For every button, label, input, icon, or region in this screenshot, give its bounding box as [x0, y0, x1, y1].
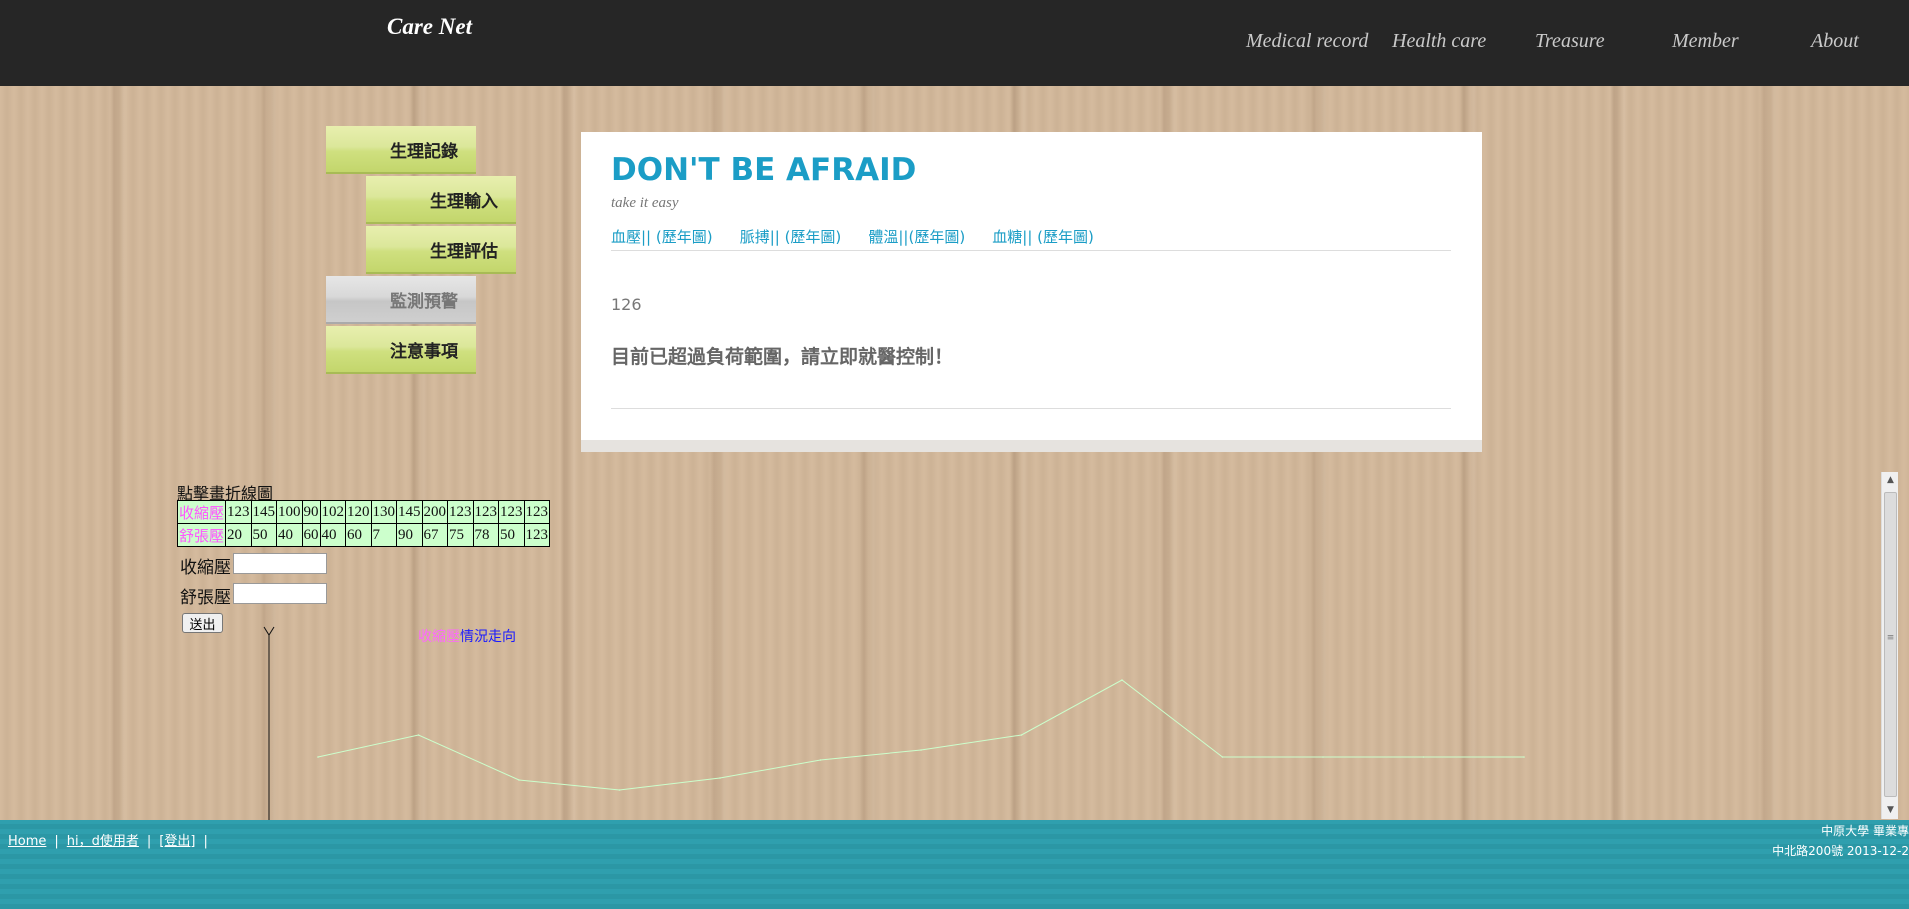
menu-precautions[interactable]: 注意事項 [326, 326, 476, 374]
series-line-systolic [317, 679, 1524, 791]
row-header: 舒張壓 [176, 523, 227, 547]
table-cell[interactable]: 78 [472, 523, 500, 547]
nav-member[interactable]: Member [1672, 30, 1739, 53]
table-cell[interactable]: 50 [498, 523, 525, 547]
table-cell[interactable]: 100 [276, 500, 303, 524]
table-cell[interactable]: 60 [345, 523, 372, 547]
table-cell[interactable]: 145 [396, 500, 423, 524]
table-cell[interactable]: 90 [396, 523, 423, 547]
table-cell[interactable]: 90 [301, 500, 321, 524]
table-cell[interactable]: 102 [319, 500, 347, 524]
content-card: DON'T BE AFRAID take it easy 血壓|| (歷年圖) … [581, 132, 1482, 452]
link-temperature[interactable]: 體溫||(歷年圖) [868, 228, 965, 246]
footer-links: Home | hi，d使用者 | [登出] | [8, 834, 208, 849]
nav-about[interactable]: About [1811, 30, 1859, 53]
bp-data-table[interactable]: 收縮壓 123 145 100 90 102 120 130 145 200 123 123 123 12… [176, 500, 551, 547]
menu-physio-assessment[interactable]: 生理評估 [366, 226, 516, 274]
table-row[interactable]: 收縮壓 123 145 100 90 102 120 130 145 200 123 123 123 12… [176, 500, 551, 524]
table-cell[interactable]: 120 [345, 500, 372, 524]
table-cell[interactable]: 20 [225, 523, 252, 547]
card-title: DON'T BE AFRAID [611, 152, 917, 188]
menu-physio-input[interactable]: 生理輸入 [366, 176, 516, 224]
scroll-up-arrow-icon[interactable]: ▲ [1882, 472, 1899, 489]
vitals-link-bar: 血壓|| (歷年圖) 脈搏|| (歷年圖) 體溫||(歷年圖) 血糖|| (歷年… [611, 226, 1451, 251]
footer-home-link[interactable]: Home [8, 834, 46, 849]
table-cell[interactable]: 145 [250, 500, 278, 524]
table-cell[interactable]: 7 [370, 523, 398, 547]
footer: Home | hi，d使用者 | [登出] | 中原大學 畢業專 中北路200號 2013… [0, 820, 1909, 909]
link-blood-pressure[interactable]: 血壓|| (歷年圖) [611, 228, 713, 246]
row-header: 收縮壓 [176, 500, 227, 524]
data-point [719, 777, 721, 779]
footer-user-link[interactable]: hi，d使用者 [67, 834, 139, 849]
table-cell[interactable]: 40 [319, 523, 347, 547]
menu-monitor-alert[interactable]: 監測預警 [326, 276, 476, 324]
data-point [618, 789, 621, 791]
table-cell[interactable]: 123 [498, 500, 525, 524]
systolic-input[interactable] [233, 553, 327, 574]
data-point [1523, 756, 1525, 758]
reading-value: 126 [611, 295, 642, 314]
data-point [1322, 756, 1324, 758]
table-row[interactable]: 舒張壓 20 50 40 60 40 60 7 90 67 75 78 50 123 [176, 523, 551, 547]
menu-physio-record[interactable]: 生理記錄 [326, 126, 476, 174]
table-cell[interactable]: 75 [447, 523, 474, 547]
data-point [317, 756, 319, 758]
systolic-label: 收縮壓 [180, 558, 231, 577]
table-cell[interactable]: 123 [225, 500, 252, 524]
footer-school-text: 中原大學 畢業專 [1821, 824, 1909, 838]
diastolic-input[interactable] [233, 583, 327, 604]
data-point [518, 779, 520, 781]
table-cell[interactable]: 123 [447, 500, 474, 524]
footer-address-text: 中北路200號 2013-12-2 [1772, 844, 1909, 858]
table-cell[interactable]: 200 [421, 500, 449, 524]
data-point [1020, 734, 1023, 736]
scroll-down-arrow-icon[interactable]: ▼ [1882, 802, 1899, 819]
brand-logo-text[interactable]: Care Net [387, 14, 472, 40]
card-subtitle: take it easy [611, 195, 679, 211]
data-point [417, 734, 420, 736]
link-blood-sugar[interactable]: 血糖|| (歷年圖) [992, 228, 1094, 246]
footer-logout-link[interactable]: [登出] [159, 834, 195, 849]
table-cell[interactable]: 40 [276, 523, 303, 547]
data-point [920, 749, 922, 751]
scroll-thumb[interactable]: ≡ [1884, 492, 1897, 797]
grip-icon: ≡ [1886, 633, 1895, 643]
table-cell[interactable]: 130 [370, 500, 398, 524]
nav-treasure[interactable]: Treasure [1535, 30, 1605, 53]
top-nav-bar: Care Net Medical record Health care Trea… [0, 0, 1909, 86]
nav-medical-record[interactable]: Medical record [1246, 30, 1368, 53]
table-cell[interactable]: 123 [472, 500, 500, 524]
diastolic-label: 舒張壓 [180, 588, 231, 607]
warning-message: 目前已超過負荷範圍，請立即就醫控制！ [611, 346, 954, 368]
data-point [1121, 679, 1123, 681]
table-cell[interactable]: 123 [523, 500, 551, 524]
page-scrollbar[interactable]: ▲ ≡ ▼ [1881, 472, 1898, 819]
link-pulse[interactable]: 脈搏|| (歷年圖) [740, 228, 842, 246]
y-axis-arrow-icon [263, 626, 275, 636]
data-point [1422, 756, 1425, 758]
data-point [819, 759, 822, 761]
data-point [1221, 756, 1224, 758]
trend-chart [263, 626, 1525, 820]
table-cell[interactable]: 67 [421, 523, 449, 547]
table-cell[interactable]: 60 [301, 523, 321, 547]
table-cell[interactable]: 123 [523, 523, 551, 547]
divider [611, 408, 1451, 409]
table-cell[interactable]: 50 [250, 523, 278, 547]
nav-health-care[interactable]: Health care [1392, 30, 1486, 53]
